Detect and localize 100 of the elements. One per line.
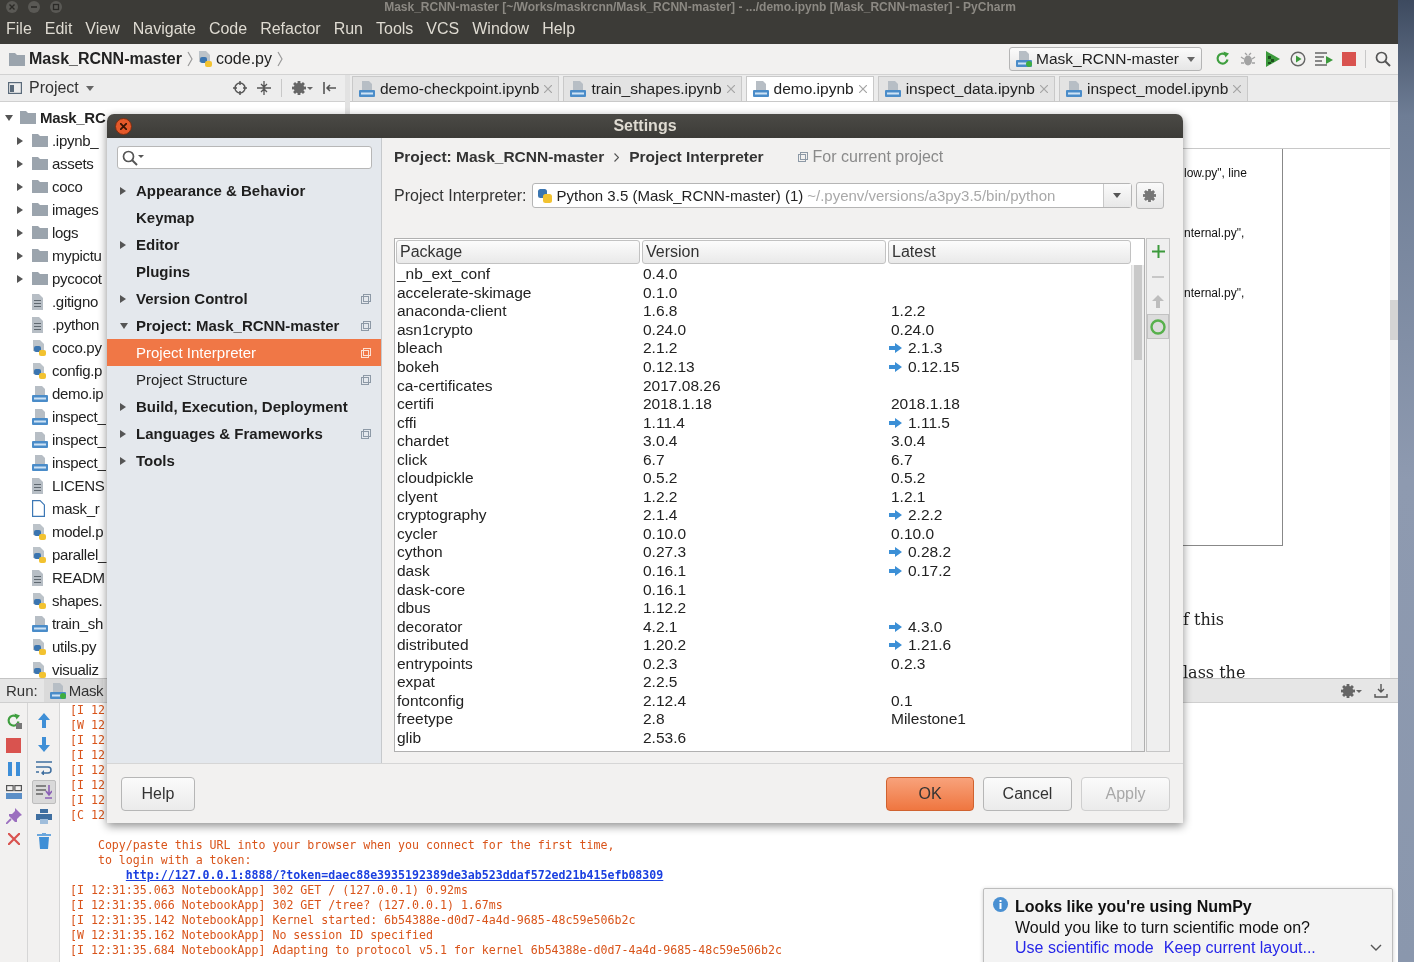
editor-tab[interactable]: inspect_model.ipynb [1058, 76, 1249, 101]
file-name[interactable]: inspect_ [52, 407, 106, 426]
hide-panel-icon[interactable] [323, 82, 337, 94]
gear-icon[interactable] [1341, 683, 1362, 698]
editor-tab[interactable]: demo-checkpoint.ipynb [352, 76, 560, 101]
settings-nav-item[interactable]: Plugins [107, 258, 381, 285]
file-name[interactable]: pycocot [52, 269, 102, 288]
search-icon[interactable] [1375, 51, 1391, 67]
menu-item[interactable]: Refactor [260, 19, 321, 39]
disclosure-arrow-icon[interactable] [17, 251, 23, 260]
column-header[interactable]: Package [396, 240, 640, 264]
menu-item[interactable]: Code [208, 19, 248, 39]
settings-nav-item[interactable]: Appearance & Behavior [107, 177, 381, 204]
close-icon[interactable] [7, 833, 20, 845]
disclosure-arrow-icon[interactable] [120, 429, 126, 438]
menu-item[interactable]: VCS [426, 19, 460, 39]
search-icon[interactable] [122, 149, 144, 166]
run-tab[interactable]: Mask [43, 679, 104, 702]
play-circle-icon[interactable] [1290, 51, 1306, 67]
menu-item[interactable]: Help [542, 19, 576, 39]
layout-icon[interactable] [5, 785, 22, 799]
crosshair-icon[interactable] [233, 81, 247, 95]
file-name[interactable]: parallel_ [52, 545, 106, 564]
disclosure-arrow-icon[interactable] [17, 136, 23, 145]
column-header[interactable]: Version [642, 240, 886, 264]
breadcrumb[interactable]: Mask_RCNN-master [9, 49, 182, 69]
file-name[interactable]: LICENS [52, 476, 105, 495]
scrollbar-thumb[interactable] [1390, 300, 1398, 340]
settings-nav-item[interactable]: Editor [107, 231, 381, 258]
column-header[interactable]: Latest [888, 240, 1131, 264]
file-name[interactable]: utils.py [52, 637, 97, 656]
file-name[interactable]: shapes. [52, 591, 103, 610]
file-name[interactable]: mypictu [52, 246, 102, 265]
file-name[interactable]: coco.py [52, 338, 102, 357]
editor-tab[interactable]: inspect_data.ipynb [877, 76, 1055, 101]
file-name[interactable]: train_sh [52, 614, 103, 633]
checkered-play-icon[interactable] [1265, 51, 1281, 67]
menu-item[interactable]: Tools [376, 19, 414, 39]
list-play-icon[interactable] [1315, 52, 1333, 66]
disclosure-arrow-icon[interactable] [17, 205, 23, 214]
menu-item[interactable]: View [85, 19, 120, 39]
file-name[interactable]: inspect_ [52, 430, 106, 449]
search-field[interactable] [117, 146, 372, 169]
settings-nav-item[interactable]: Version Control [107, 285, 381, 312]
file-name[interactable]: config.p [52, 361, 103, 380]
menu-item[interactable]: Run [333, 19, 363, 39]
file-name[interactable]: READM [52, 568, 105, 587]
menu-item[interactable]: Edit [44, 19, 73, 39]
dialog-button[interactable]: Cancel [983, 776, 1072, 811]
file-name[interactable]: images [52, 200, 99, 219]
arrow-up-icon[interactable] [37, 713, 50, 728]
disclosure-arrow-icon[interactable] [17, 182, 23, 191]
collapse-all-icon[interactable] [257, 81, 271, 95]
disclosure-arrow-icon[interactable] [17, 159, 23, 168]
disclosure-arrow-icon[interactable] [17, 228, 23, 237]
file-name[interactable]: inspect_ [52, 453, 106, 472]
file-name[interactable]: .ipynb_ [52, 131, 99, 150]
breadcrumb[interactable]: code.py [197, 49, 272, 69]
settings-nav-item[interactable]: Build, Execution, Deployment [107, 393, 381, 420]
file-name[interactable]: .python [52, 315, 100, 334]
run-configuration-selector[interactable]: Mask_RCNN-master [1009, 47, 1202, 71]
file-name[interactable]: logs [52, 223, 79, 242]
disclosure-arrow-icon[interactable] [120, 186, 126, 195]
settings-nav-item[interactable]: Tools [107, 447, 381, 474]
rerun-icon[interactable] [5, 713, 22, 729]
file-name[interactable]: .gitigno [52, 292, 98, 311]
wrap-icon[interactable] [35, 761, 52, 775]
disclosure-arrow-icon[interactable] [120, 240, 126, 249]
download-icon[interactable] [1374, 683, 1388, 698]
file-name[interactable]: assets [52, 154, 94, 173]
disclosure-arrow-icon[interactable] [120, 322, 128, 329]
notification-link[interactable]: Keep current layout... [1163, 938, 1316, 957]
help-button[interactable]: Help [121, 776, 195, 811]
token-link[interactable]: http://127.0.0.1:8888/?token=daec88e3935192389de3ab523ddaf572ed21b415efb08309 [125, 868, 664, 883]
scroll-to-end-button[interactable] [31, 780, 56, 804]
settings-nav-item[interactable]: Project Structure [107, 366, 381, 393]
printer-icon[interactable] [35, 809, 52, 824]
file-name[interactable]: mask_r [52, 499, 100, 518]
disclosure-arrow-icon[interactable] [5, 114, 13, 121]
settings-nav-item[interactable]: Languages & Frameworks [107, 420, 381, 447]
file-name[interactable]: coco [52, 177, 83, 196]
notification-link[interactable]: Use scientific mode [1015, 938, 1154, 957]
pin-icon[interactable] [5, 808, 22, 824]
settings-button[interactable] [1135, 182, 1164, 209]
file-name[interactable]: Mask_RC [40, 108, 106, 127]
disclosure-arrow-icon[interactable] [17, 274, 23, 283]
editor-tab[interactable]: demo.ipynb [745, 76, 874, 101]
settings-nav-item[interactable]: Project: Mask_RCNN-master [107, 312, 381, 339]
menu-item[interactable]: Navigate [132, 19, 196, 39]
disclosure-arrow-icon[interactable] [120, 294, 126, 303]
disclosure-arrow-icon[interactable] [120, 456, 126, 465]
dialog-button[interactable]: OK [886, 776, 974, 811]
file-name[interactable]: demo.ip [52, 384, 104, 403]
trash-icon[interactable] [36, 833, 51, 849]
file-name[interactable]: model.p [52, 522, 104, 541]
close-icon[interactable] [858, 85, 867, 93]
rerun-icon[interactable] [1215, 51, 1231, 67]
arrow-down-icon[interactable] [37, 737, 50, 752]
menu-item[interactable]: File [6, 19, 32, 39]
editor-tab[interactable]: train_shapes.ipynb [563, 76, 742, 101]
